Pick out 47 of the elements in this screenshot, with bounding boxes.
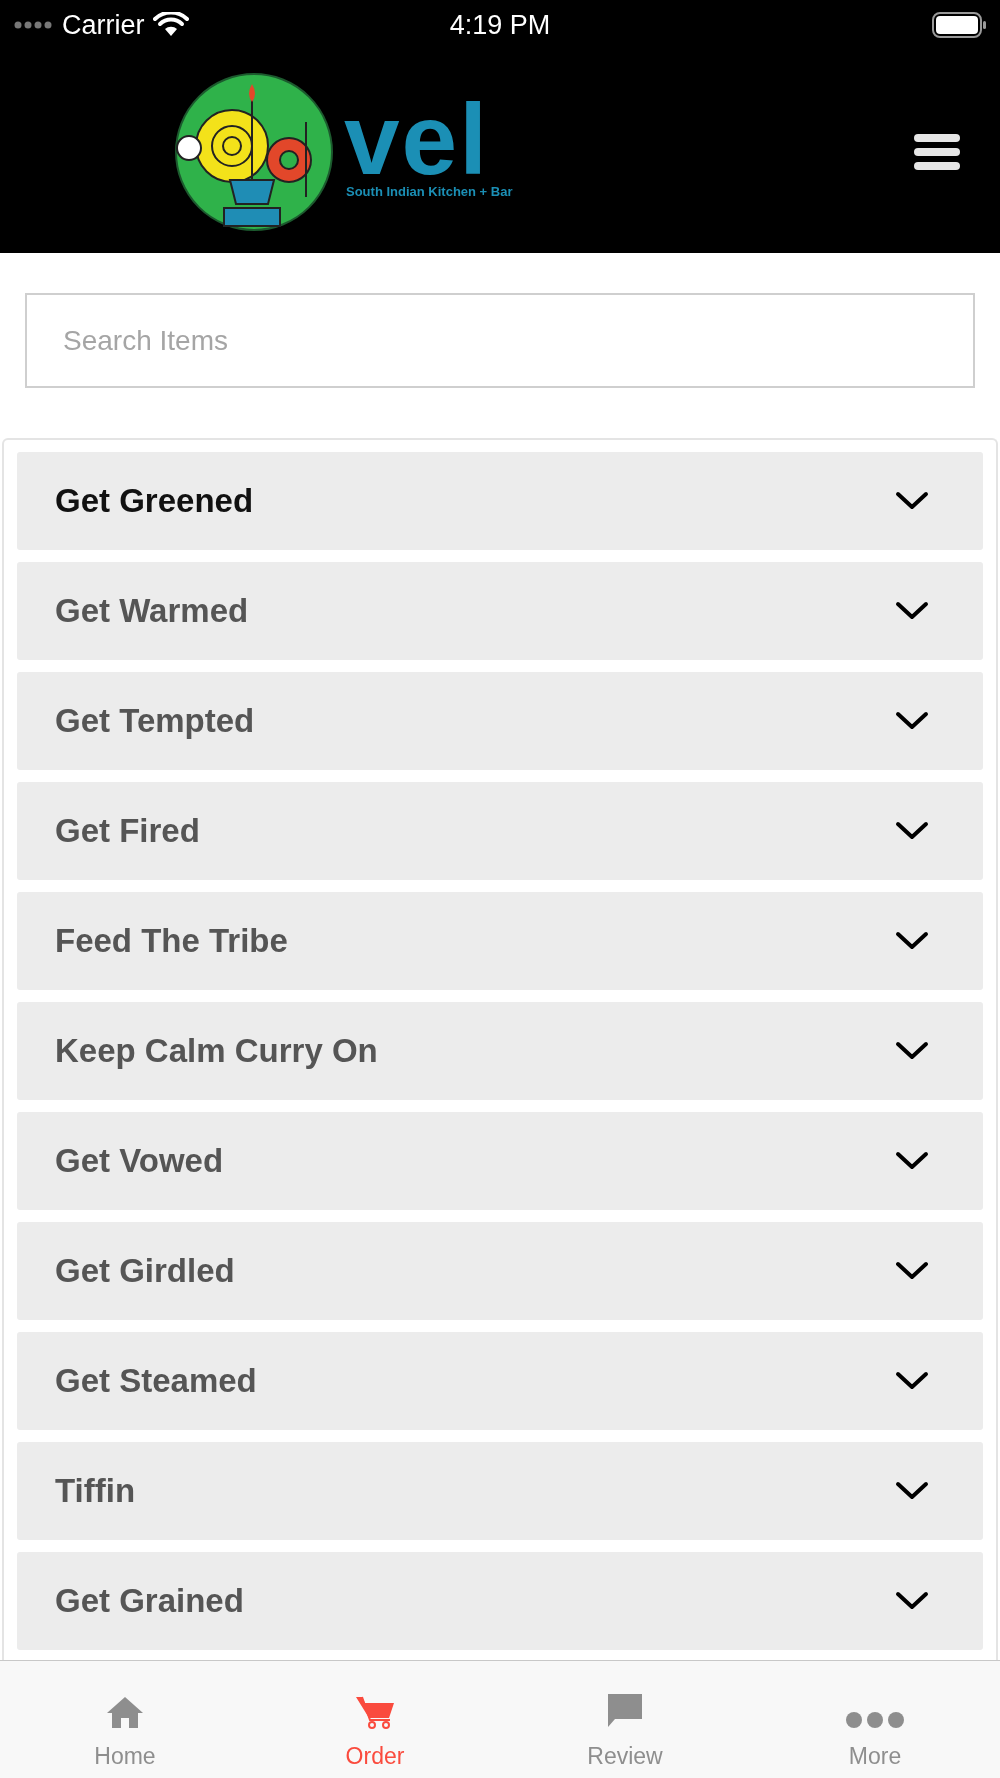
chevron-down-icon <box>895 1261 929 1281</box>
category-title: Get Fired <box>55 812 200 850</box>
more-icon <box>845 1711 905 1729</box>
category-title: Get Girdled <box>55 1252 235 1290</box>
category-row[interactable]: Keep Calm Curry On <box>17 1002 983 1100</box>
chevron-down-icon <box>895 1371 929 1391</box>
category-row[interactable]: Get Tempted <box>17 672 983 770</box>
logo-wordmark: vel <box>344 94 490 184</box>
category-title: Keep Calm Curry On <box>55 1032 378 1070</box>
category-row[interactable]: Get Warmed <box>17 562 983 660</box>
chevron-down-icon <box>895 491 929 511</box>
category-title: Get Warmed <box>55 592 249 630</box>
search-field[interactable]: Search Items <box>25 293 975 388</box>
menu-icon[interactable] <box>914 132 960 171</box>
chevron-down-icon <box>895 1041 929 1061</box>
category-title: Tiffin <box>55 1472 136 1510</box>
chevron-down-icon <box>895 711 929 731</box>
wifi-icon <box>152 12 189 38</box>
category-row[interactable]: Get Greened <box>17 452 983 550</box>
tab-button[interactable]: Order <box>250 1661 500 1778</box>
category-row[interactable]: Get Grained <box>17 1552 983 1650</box>
category-title: Feed The Tribe <box>55 922 288 960</box>
chevron-down-icon <box>895 931 929 951</box>
status-time: 4:19 PM <box>449 9 551 41</box>
chevron-down-icon <box>895 1591 929 1611</box>
logo-tagline: South Indian Kitchen + Bar <box>346 184 513 199</box>
signal-icon <box>14 21 54 29</box>
chat-bubble-icon <box>606 1693 644 1729</box>
category-row[interactable]: Feed The Tribe <box>17 892 983 990</box>
category-row[interactable]: Get Fired <box>17 782 983 880</box>
carrier-name: Carrier <box>62 9 145 41</box>
category-title: Get Grained <box>55 1582 244 1620</box>
category-title: Get Tempted <box>55 702 255 740</box>
category-row[interactable]: Get Steamed <box>17 1332 983 1430</box>
category-row[interactable]: Get Vowed <box>17 1112 983 1210</box>
category-row[interactable]: Tiffin <box>17 1442 983 1540</box>
battery-icon <box>932 12 986 38</box>
chevron-down-icon <box>895 821 929 841</box>
chevron-down-icon <box>895 601 929 621</box>
category-title: Get Vowed <box>55 1142 224 1180</box>
category-title: Get Steamed <box>55 1362 257 1400</box>
cart-icon <box>355 1695 395 1729</box>
home-icon <box>106 1695 144 1729</box>
chevron-down-icon <box>895 1151 929 1171</box>
category-title: Get Greened <box>55 482 254 520</box>
chevron-down-icon <box>895 1481 929 1501</box>
category-row[interactable]: Get Girdled <box>17 1222 983 1320</box>
